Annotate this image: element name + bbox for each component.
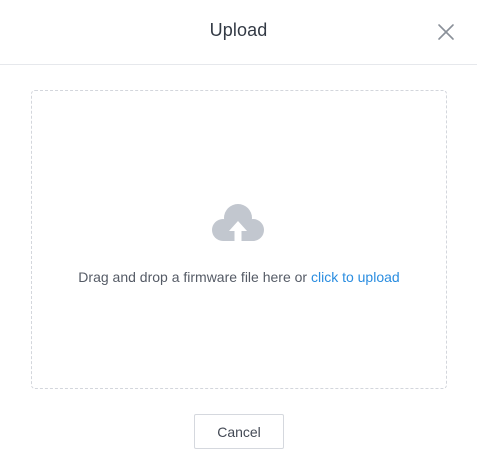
file-dropzone[interactable]: Drag and drop a firmware file here or cl… — [31, 90, 447, 389]
click-to-upload-link[interactable]: click to upload — [311, 269, 400, 285]
cloud-upload-icon — [212, 204, 264, 241]
dialog-title: Upload — [209, 20, 268, 40]
dropzone-hint-text: Drag and drop a firmware file here or — [78, 269, 308, 285]
cancel-button[interactable]: Cancel — [194, 414, 284, 449]
close-icon[interactable] — [436, 22, 456, 42]
upload-dialog: Upload Drag and drop a firmware file her… — [0, 0, 477, 471]
dropzone-hint: Drag and drop a firmware file here or cl… — [32, 269, 446, 285]
dialog-header: Upload — [0, 0, 477, 65]
